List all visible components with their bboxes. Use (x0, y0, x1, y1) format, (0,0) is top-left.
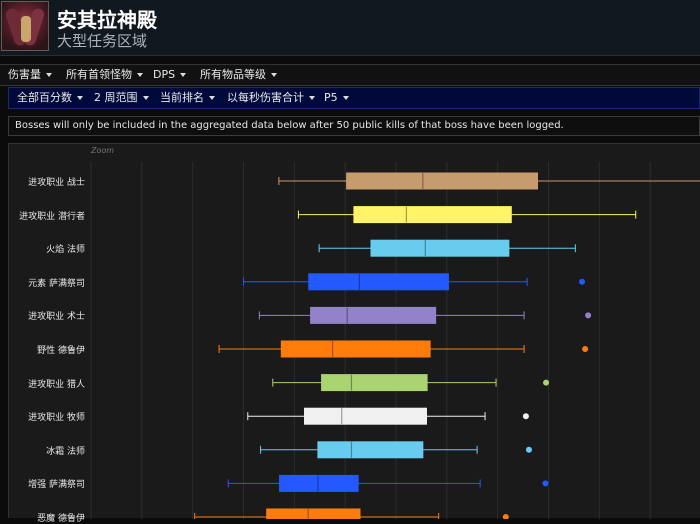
filter-bar-primary: 伤害量 所有首领怪物 DPS 所有物品等级 (0, 64, 700, 86)
category-label: 进攻职业 战士 (28, 178, 85, 188)
category-label: 元素 萨满祭司 (28, 278, 85, 289)
chevron-down-icon (209, 96, 215, 100)
zone-artwork-icon (1, 1, 49, 51)
box (321, 374, 428, 392)
outlier-point (525, 446, 532, 453)
outlier-point (502, 514, 509, 519)
outlier-point (522, 413, 529, 420)
filter-itemlevel-label: 所有物品等级 (200, 68, 266, 81)
zone-subtitle: 大型任务区域 (57, 32, 148, 50)
chevron-down-icon (180, 73, 187, 77)
box (280, 340, 431, 358)
filter-itemlevel-dropdown[interactable]: 所有物品等级 (200, 65, 277, 85)
class-dps-boxplot-chart: Zoom 进攻职业 战士 进攻职业 潜行者 火焰 法师 元素 萨满祭司 进攻职业 术士野… (8, 143, 700, 524)
box (346, 172, 539, 190)
filter-bar-secondary: 全部百分数 2 周范围 当前排名 以每秒伤害合计 P5 (8, 87, 700, 109)
chevron-down-icon (271, 73, 277, 77)
filter-partition-dropdown[interactable]: P5 (324, 88, 349, 108)
filter-metric-dropdown[interactable]: 伤害量 (8, 65, 52, 85)
chevron-down-icon (142, 96, 149, 100)
filter-metric-label: 伤害量 (8, 68, 41, 81)
category-label: 冰霜 法师 (46, 446, 85, 457)
chevron-down-icon (137, 73, 143, 77)
boxplot-svg (90, 162, 700, 519)
chevron-down-icon (309, 96, 315, 100)
box (370, 239, 510, 257)
filter-percentile-label: 全部百分数 (17, 91, 72, 104)
chevron-down-icon (77, 96, 83, 100)
filter-ranking-dropdown[interactable]: 当前排名 (160, 88, 215, 108)
category-label: 增强 萨满祭司 (28, 480, 85, 491)
outlier-point (543, 379, 550, 386)
filter-bosses-dropdown[interactable]: 所有首领怪物 (66, 65, 143, 85)
outlier-point (579, 278, 586, 285)
box (310, 306, 437, 324)
category-label: 野性 德鲁伊 (37, 346, 85, 356)
filter-dps-dropdown[interactable]: DPS (153, 65, 187, 85)
aggregation-notice: Bosses will only be included in the aggr… (8, 116, 700, 136)
category-label: 进攻职业 牧师 (28, 413, 85, 424)
outlier-point (542, 480, 549, 487)
box (304, 407, 427, 425)
outlier-point (585, 312, 592, 319)
filter-range-label: 2 周范围 (94, 91, 138, 104)
zone-title: 安其拉神殿 (57, 8, 157, 32)
outlier-point (582, 346, 589, 352)
box (353, 206, 512, 224)
filter-bosses-label: 所有首领怪物 (66, 68, 132, 81)
filter-sort-dropdown[interactable]: 以每秒伤害合计 (227, 88, 315, 108)
box (278, 474, 359, 492)
category-label: 进攻职业 术士 (28, 312, 85, 323)
category-label: 进攻职业 猎人 (28, 379, 85, 390)
box (308, 273, 449, 291)
zone-header: 安其拉神殿 大型任务区域 (0, 0, 700, 56)
filter-range-dropdown[interactable]: 2 周范围 (94, 88, 149, 108)
filter-partition-label: P5 (324, 91, 338, 104)
filter-sort-label: 以每秒伤害合计 (227, 91, 304, 104)
category-label: 火焰 法师 (46, 245, 85, 256)
chevron-down-icon (342, 96, 349, 100)
filter-dps-label: DPS (153, 68, 176, 81)
filter-ranking-label: 当前排名 (160, 91, 204, 104)
chevron-down-icon (46, 73, 52, 77)
filter-percentile-dropdown[interactable]: 全部百分数 (17, 88, 83, 108)
box (317, 441, 424, 459)
category-label: 进攻职业 潜行者 (19, 211, 85, 222)
